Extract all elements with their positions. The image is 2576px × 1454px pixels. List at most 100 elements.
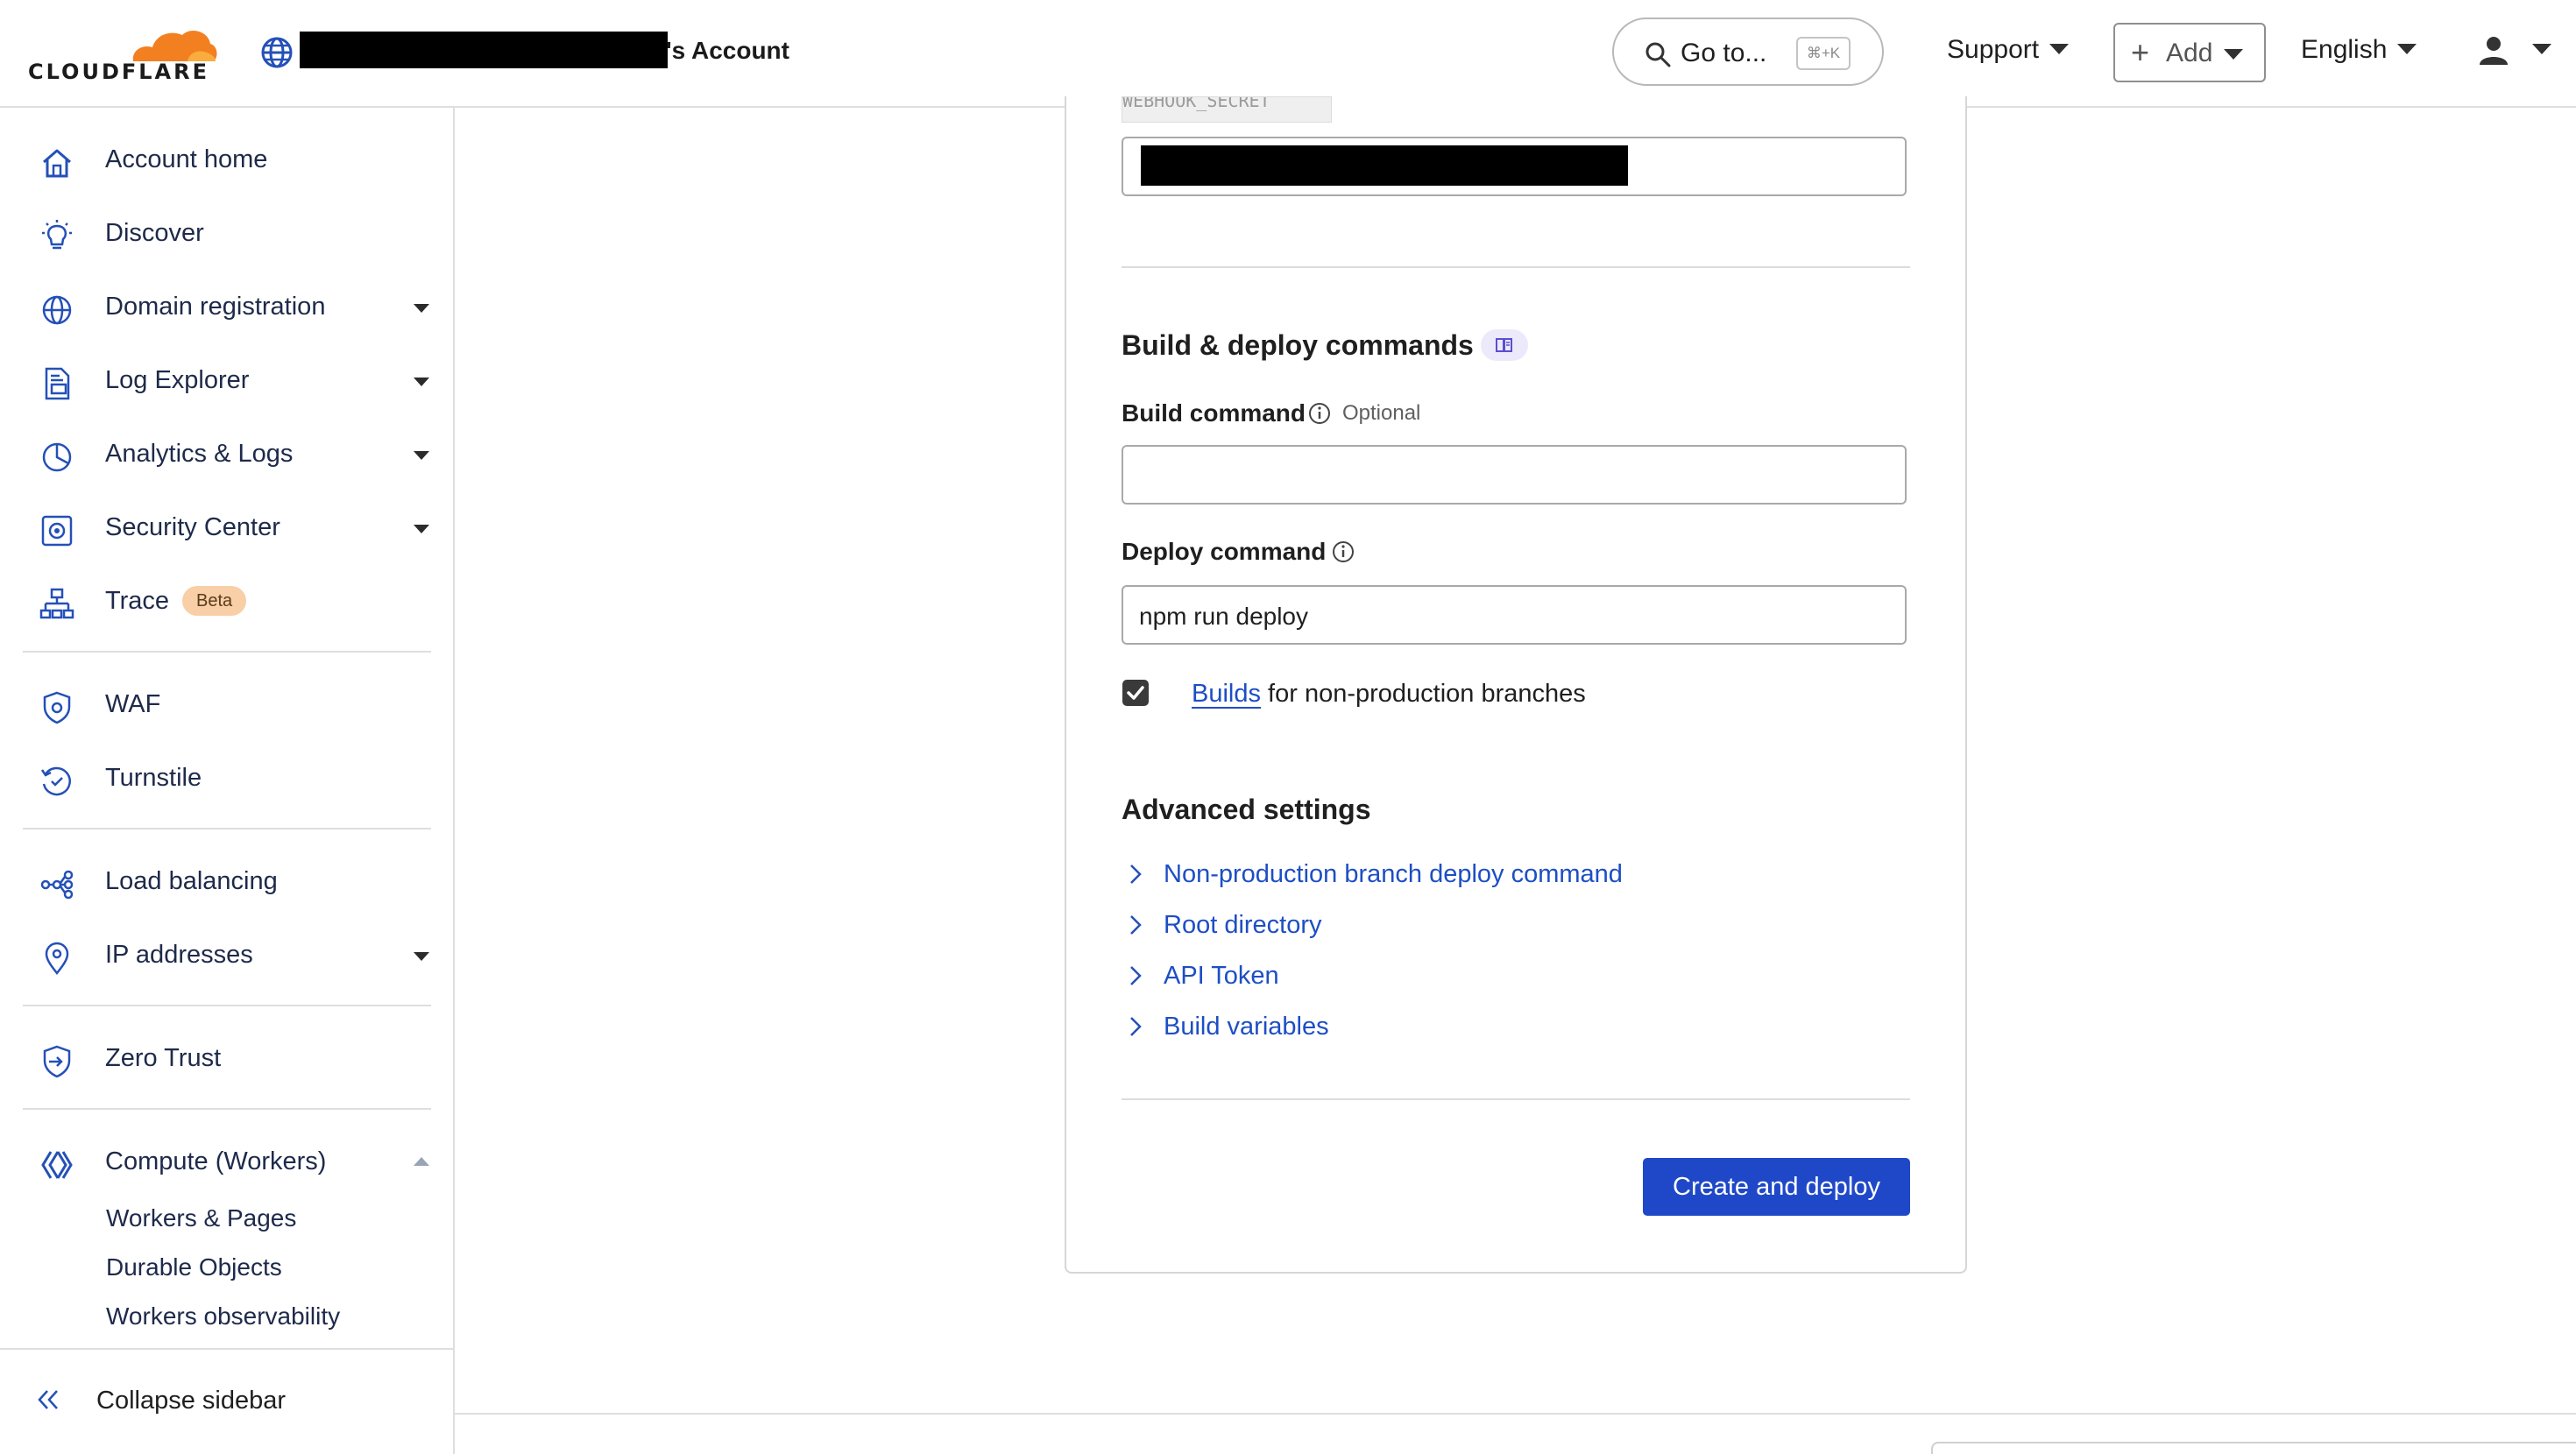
deploy-command-input[interactable]: npm run deploy bbox=[1122, 585, 1907, 645]
webhook-secret-label: WEBHOOK_SECRET bbox=[1122, 96, 1332, 123]
chevron-up-icon bbox=[414, 1157, 429, 1166]
build-command-input[interactable] bbox=[1122, 445, 1907, 505]
sidebar-item-label: WAF bbox=[105, 690, 161, 718]
advanced-item-label: API Token bbox=[1164, 962, 1279, 990]
chevron-down-icon bbox=[2049, 44, 2070, 55]
book-icon bbox=[1496, 338, 1512, 352]
advanced-item-build-variables[interactable]: Build variables bbox=[1122, 1009, 1735, 1044]
sidebar-item-label: Log Explorer bbox=[105, 366, 250, 394]
trace-icon bbox=[39, 588, 74, 619]
advanced-item-root-directory[interactable]: Root directory bbox=[1122, 907, 1735, 942]
goto-shortcut-hint: ⌘+K bbox=[1796, 37, 1851, 70]
sidebar-subitem-workers-observability[interactable]: Workers observability bbox=[106, 1302, 340, 1330]
sidebar-item-ip-addresses[interactable]: IP addresses bbox=[0, 926, 453, 982]
sidebar-item-analytics-logs[interactable]: Analytics & Logs bbox=[0, 425, 453, 481]
sidebar-item-label: Analytics & Logs bbox=[105, 440, 294, 468]
sidebar-subitem-durable-objects[interactable]: Durable Objects bbox=[106, 1253, 282, 1281]
sidebar-divider bbox=[23, 1108, 431, 1110]
lightbulb-icon bbox=[42, 220, 72, 250]
collapse-sidebar-button[interactable]: Collapse sidebar bbox=[0, 1373, 453, 1434]
sidebar-item-label: Load balancing bbox=[105, 867, 278, 895]
redacted-account-name bbox=[300, 32, 668, 68]
cloudflare-logo[interactable]: CLOUDFLARE bbox=[28, 18, 217, 84]
home-icon bbox=[43, 149, 71, 178]
nonprod-builds-checkbox[interactable] bbox=[1122, 680, 1149, 706]
sidebar-item-trace[interactable]: Trace Beta bbox=[0, 572, 453, 628]
add-button[interactable]: + Add bbox=[2113, 23, 2266, 82]
docs-link-button[interactable] bbox=[1481, 329, 1528, 361]
create-and-deploy-button[interactable]: Create and deploy bbox=[1643, 1158, 1910, 1216]
user-icon[interactable] bbox=[2476, 33, 2511, 68]
sidebar-item-label: Discover bbox=[105, 219, 204, 247]
sidebar-item-turnstile[interactable]: Turnstile bbox=[0, 749, 453, 805]
sidebar-item-discover[interactable]: Discover bbox=[0, 204, 453, 260]
nonprod-builds-label: Builds for non-production branches bbox=[1192, 680, 1586, 709]
goto-search-button[interactable]: Go to... ⌘+K bbox=[1612, 18, 1884, 86]
sidebar-item-label: Compute (Workers) bbox=[105, 1147, 327, 1175]
advanced-settings-title: Advanced settings bbox=[1122, 794, 1371, 825]
load-balancing-icon bbox=[40, 870, 74, 900]
sidebar-item-load-balancing[interactable]: Load balancing bbox=[0, 852, 453, 908]
log-file-icon bbox=[45, 367, 70, 400]
sidebar-item-waf[interactable]: WAF bbox=[0, 675, 453, 731]
chevron-down-icon bbox=[414, 304, 429, 313]
sidebar-item-log-explorer[interactable]: Log Explorer bbox=[0, 351, 453, 407]
goto-label: Go to... bbox=[1681, 39, 1767, 67]
advanced-item-label: Build variables bbox=[1164, 1013, 1329, 1041]
advanced-item-nonprod-deploy-command[interactable]: Non-production branch deploy command bbox=[1122, 857, 1735, 892]
info-icon[interactable] bbox=[1331, 540, 1355, 564]
logo-text: CLOUDFLARE bbox=[28, 60, 209, 84]
language-label: English bbox=[2301, 35, 2388, 64]
advanced-item-api-token[interactable]: API Token bbox=[1122, 958, 1735, 993]
workers-icon bbox=[41, 1151, 73, 1179]
advanced-item-label: Root directory bbox=[1164, 911, 1322, 939]
footer-divider bbox=[455, 1413, 2576, 1415]
checkmark-icon bbox=[1127, 686, 1144, 700]
sidebar-item-domain-registration[interactable]: Domain registration bbox=[0, 278, 453, 334]
sidebar-item-zero-trust[interactable]: Zero Trust bbox=[0, 1029, 453, 1085]
turnstile-icon bbox=[40, 766, 71, 796]
top-header: CLOUDFLARE 's Account Go to... ⌘+K Suppo… bbox=[0, 0, 2576, 108]
sidebar-item-security-center[interactable]: Security Center bbox=[0, 498, 453, 554]
sidebar-divider bbox=[0, 1348, 453, 1350]
sidebar: Account home Discover Domain registratio… bbox=[0, 108, 455, 1454]
plus-icon: + bbox=[2131, 34, 2150, 70]
sidebar-item-label: Zero Trust bbox=[105, 1044, 222, 1072]
builds-link[interactable]: Builds bbox=[1192, 680, 1261, 708]
section-divider bbox=[1122, 266, 1910, 268]
sidebar-item-account-home[interactable]: Account home bbox=[0, 131, 453, 187]
section-divider bbox=[1122, 1098, 1910, 1100]
sidebar-item-compute-workers[interactable]: Compute (Workers) bbox=[0, 1133, 453, 1189]
double-chevron-left-icon bbox=[38, 1390, 58, 1409]
chevron-right-icon bbox=[1130, 915, 1142, 935]
sidebar-item-label: IP addresses bbox=[105, 941, 253, 969]
account-switcher[interactable]: 's Account bbox=[666, 37, 789, 65]
chevron-down-icon bbox=[2397, 44, 2417, 55]
waf-shield-icon bbox=[43, 691, 71, 724]
nonprod-builds-text: for non-production branches bbox=[1261, 680, 1586, 708]
build-command-label: Build command bbox=[1122, 399, 1306, 427]
search-icon bbox=[1645, 42, 1671, 67]
user-menu-chevron-down-icon[interactable] bbox=[2532, 44, 2551, 54]
sidebar-divider bbox=[23, 828, 431, 829]
chevron-down-icon bbox=[414, 378, 429, 386]
deploy-command-value: npm run deploy bbox=[1139, 603, 1309, 630]
support-dropdown[interactable]: Support bbox=[1947, 35, 2070, 65]
redacted-secret-value bbox=[1141, 145, 1628, 186]
security-center-icon bbox=[41, 515, 73, 547]
chevron-down-icon bbox=[414, 952, 429, 961]
chevron-right-icon bbox=[1130, 1017, 1142, 1036]
chevron-right-icon bbox=[1130, 966, 1142, 985]
sidebar-item-label: Trace bbox=[105, 587, 170, 615]
sidebar-item-label: Turnstile bbox=[105, 764, 202, 792]
collapse-sidebar-label: Collapse sidebar bbox=[96, 1387, 287, 1415]
globe-icon bbox=[261, 37, 293, 68]
pie-chart-icon bbox=[42, 442, 72, 472]
sidebar-divider bbox=[23, 651, 431, 653]
sidebar-subitem-workers-pages[interactable]: Workers & Pages bbox=[106, 1204, 296, 1232]
sidebar-item-label: Domain registration bbox=[105, 293, 326, 321]
language-dropdown[interactable]: English bbox=[2301, 35, 2417, 65]
add-label: Add bbox=[2166, 39, 2213, 67]
sidebar-item-label: Account home bbox=[105, 145, 268, 173]
info-icon[interactable] bbox=[1307, 401, 1332, 426]
